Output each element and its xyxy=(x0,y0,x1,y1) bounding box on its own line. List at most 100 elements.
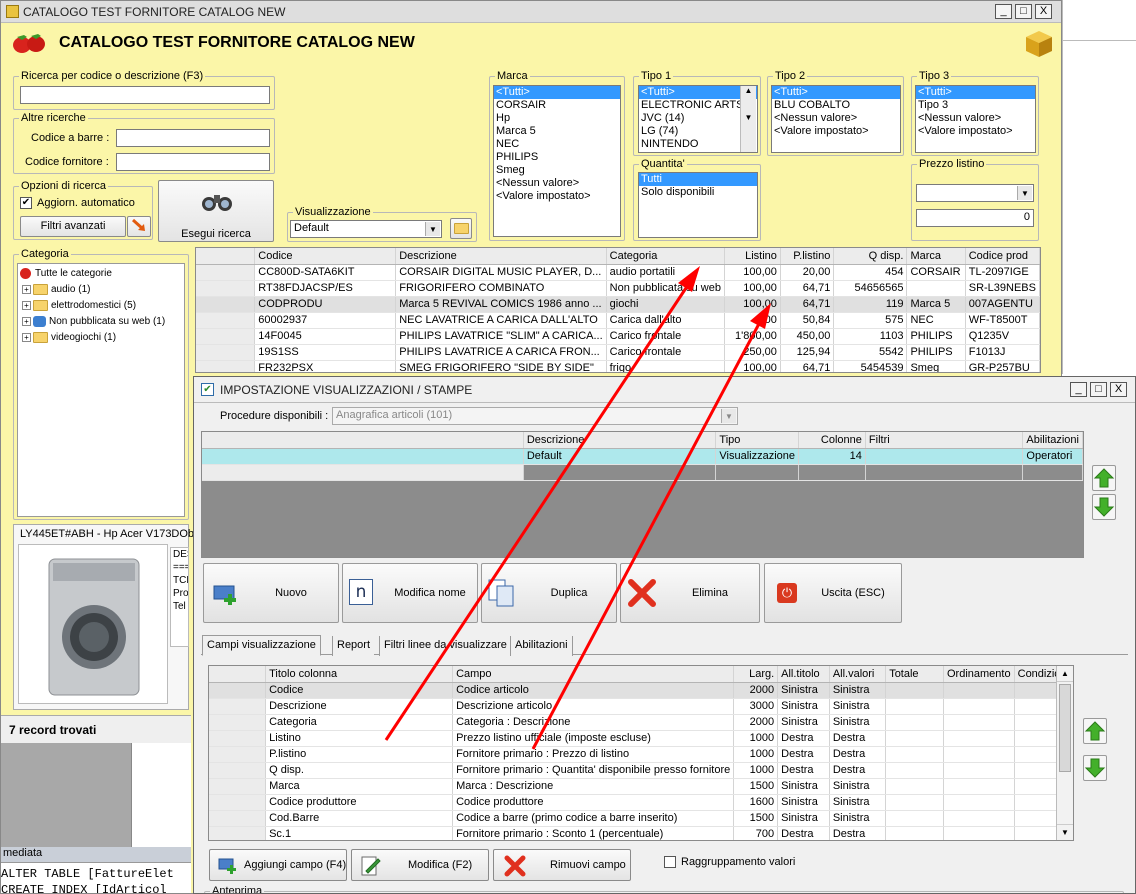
marca-option[interactable]: <Nessun valore> xyxy=(494,177,620,190)
column-header[interactable]: Descrizione xyxy=(395,248,607,265)
delete-button[interactable]: Elimina xyxy=(620,563,760,623)
cube-icon[interactable] xyxy=(1024,29,1054,59)
table-row[interactable]: FR232PSX SMEG FRIGORIFERO "SIDE BY SIDE" f… xyxy=(196,360,1040,372)
tipo3-option[interactable]: <Tutti> xyxy=(916,86,1035,99)
marca-option[interactable]: NEC xyxy=(494,138,620,151)
filter-arrow-button[interactable] xyxy=(127,216,151,237)
category-node[interactable]: + videogiochi (1) xyxy=(20,330,182,346)
folder-button[interactable] xyxy=(450,218,472,239)
column-header[interactable]: Campo xyxy=(452,666,735,683)
quantita-option[interactable]: Solo disponibili xyxy=(639,186,757,199)
column-header[interactable]: Colonne xyxy=(798,432,866,449)
column-header[interactable]: All.valori xyxy=(829,666,887,683)
rename-button[interactable]: n Modifica nome xyxy=(342,563,478,623)
dialog-close-button[interactable]: X xyxy=(1110,382,1127,397)
table-row[interactable]: 14F0045 PHILIPS LAVATRICE "SLIM" A CARICA… xyxy=(196,328,1040,345)
field-move-down-button[interactable] xyxy=(1083,755,1107,781)
prezzo-value-input[interactable]: 0 xyxy=(916,209,1034,227)
table-row[interactable]: Codice Codice articolo 2000 Sinistra Sinistr… xyxy=(209,682,1073,699)
scroll-up-icon[interactable]: ▲ xyxy=(1057,666,1073,682)
category-node[interactable]: + elettrodomestici (5) xyxy=(20,298,182,314)
tab-report[interactable]: Report xyxy=(332,636,375,656)
tipo2-list[interactable]: <Tutti> BLU COBALTO <Nessun valore> <Valore… xyxy=(771,85,901,153)
dialog-maximize-button[interactable]: □ xyxy=(1090,382,1107,397)
scroll-down-icon[interactable]: ▼ xyxy=(1057,824,1073,840)
column-header[interactable]: Categoria xyxy=(606,248,725,265)
category-node[interactable]: + Non pubblicata su web (1) xyxy=(20,314,182,330)
column-header[interactable]: Filtri xyxy=(865,432,1024,449)
remove-field-button[interactable]: Rimuovi campo xyxy=(493,849,631,881)
fields-scrollbar[interactable]: ▲ ▼ xyxy=(1056,666,1073,840)
quantita-list[interactable]: Tutti Solo disponibili xyxy=(638,172,758,238)
category-node[interactable]: Tutte le categorie xyxy=(20,266,182,282)
view-move-down-button[interactable] xyxy=(1092,494,1116,520)
tab-filters[interactable]: Filtri linee da visualizzare xyxy=(379,636,511,656)
tipo3-option[interactable]: <Nessun valore> xyxy=(916,112,1035,125)
table-row[interactable]: Q disp. Fornitore primario : Quantita' di… xyxy=(209,762,1073,779)
tab-permissions[interactable]: Abilitazioni xyxy=(510,636,573,656)
expand-icon[interactable]: + xyxy=(22,316,31,326)
tipo3-option[interactable]: <Valore impostato> xyxy=(916,125,1035,138)
column-header[interactable]: Titolo colonna xyxy=(265,666,454,683)
marca-option[interactable]: Marca 5 xyxy=(494,125,620,138)
view-move-up-button[interactable] xyxy=(1092,465,1116,491)
expand-icon[interactable]: + xyxy=(22,300,31,310)
product-grid[interactable]: Codice Descrizione Categoria Listino P.listi… xyxy=(195,247,1041,373)
add-field-button[interactable]: Aggiungi campo (F4) xyxy=(209,849,347,881)
search-input[interactable] xyxy=(20,86,270,104)
view-select[interactable]: Default ▼ xyxy=(290,220,442,238)
prezzo-operator-select[interactable]: ▼ xyxy=(916,184,1034,202)
supplier-code-input[interactable] xyxy=(116,153,270,171)
group-values-checkbox[interactable] xyxy=(664,856,676,868)
category-tree[interactable]: Tutte le categorie + audio (1) + elettrodome… xyxy=(17,263,185,517)
table-row[interactable]: CODPRODU Marca 5 REVIVAL COMICS 1986 anno… xyxy=(196,296,1040,313)
scroll-thumb[interactable] xyxy=(1059,684,1071,772)
procedures-select[interactable]: Anagrafica articoli (101) ▼ xyxy=(332,407,738,425)
tab-fields[interactable]: Campi visualizzazione xyxy=(202,635,321,656)
column-header[interactable]: Abilitazioni xyxy=(1022,432,1083,449)
tipo1-scrollbar[interactable]: ▲ ▼ xyxy=(740,86,756,152)
marca-option[interactable]: Hp xyxy=(494,112,620,125)
close-button[interactable]: X xyxy=(1035,4,1052,19)
table-row[interactable]: Sc.1 Fornitore primario : Sconto 1 (perce… xyxy=(209,826,1073,840)
marca-option[interactable]: Smeg xyxy=(494,164,620,177)
auto-update-checkbox[interactable]: ✔ xyxy=(20,197,32,209)
marca-option[interactable]: PHILIPS xyxy=(494,151,620,164)
advanced-filters-button[interactable]: Filtri avanzati xyxy=(20,216,126,237)
views-grid[interactable]: Descrizione Tipo Colonne Filtri Abilitazioni… xyxy=(201,431,1084,558)
column-header[interactable]: Marca xyxy=(906,248,966,265)
column-header[interactable]: Listino xyxy=(724,248,781,265)
tipo2-option[interactable]: <Valore impostato> xyxy=(772,125,900,138)
new-button[interactable]: Nuovo xyxy=(203,563,339,623)
minimize-button[interactable]: _ xyxy=(995,4,1012,19)
tipo2-option[interactable]: <Nessun valore> xyxy=(772,112,900,125)
field-move-up-button[interactable] xyxy=(1083,718,1107,744)
table-row[interactable]: 19S1SS PHILIPS LAVATRICE A CARICA FRON...… xyxy=(196,344,1040,361)
column-header[interactable]: Codice xyxy=(254,248,397,265)
tipo2-option[interactable]: BLU COBALTO xyxy=(772,99,900,112)
tipo3-option[interactable]: Tipo 3 xyxy=(916,99,1035,112)
exit-button[interactable]: ⏻ Uscita (ESC) xyxy=(764,563,902,623)
column-header[interactable]: Descrizione xyxy=(523,432,717,449)
duplicate-button[interactable]: Duplica xyxy=(481,563,617,623)
column-header[interactable]: Ordinamento xyxy=(943,666,1015,683)
column-header[interactable]: Larg. xyxy=(733,666,779,683)
table-row[interactable]: RT38FDJACSP/ES FRIGORIFERO COMBINATO Non p… xyxy=(196,280,1040,297)
expand-icon[interactable]: + xyxy=(22,332,31,342)
fields-grid[interactable]: Titolo colonna Campo Larg. All.titolo All.va… xyxy=(208,665,1074,841)
table-row[interactable]: Categoria Categoria : Descrizione 2000 Sini… xyxy=(209,714,1073,731)
table-row[interactable]: Codice produttore Codice produttore 1600 Si… xyxy=(209,794,1073,811)
table-row[interactable]: 60002937 NEC LAVATRICE A CARICA DALL'ALTO… xyxy=(196,312,1040,329)
table-row[interactable]: Cod.Barre Codice a barre (primo codice a … xyxy=(209,810,1073,827)
table-row[interactable]: Default Visualizzazione 14 Operatori xyxy=(202,448,1083,465)
quantita-option[interactable]: Tutti xyxy=(639,173,757,186)
edit-field-button[interactable]: Modifica (F2) xyxy=(351,849,489,881)
expand-icon[interactable]: + xyxy=(22,284,31,294)
table-row[interactable]: Descrizione Descrizione articolo 3000 Sinis… xyxy=(209,698,1073,715)
marca-option[interactable]: <Tutti> xyxy=(494,86,620,99)
column-header[interactable]: Codice prod xyxy=(965,248,1040,265)
table-row[interactable]: Listino Prezzo listino ufficiale (imposte… xyxy=(209,730,1073,747)
column-header[interactable]: Totale xyxy=(885,666,944,683)
tipo2-option[interactable]: <Tutti> xyxy=(772,86,900,99)
column-header[interactable]: All.titolo xyxy=(777,666,830,683)
